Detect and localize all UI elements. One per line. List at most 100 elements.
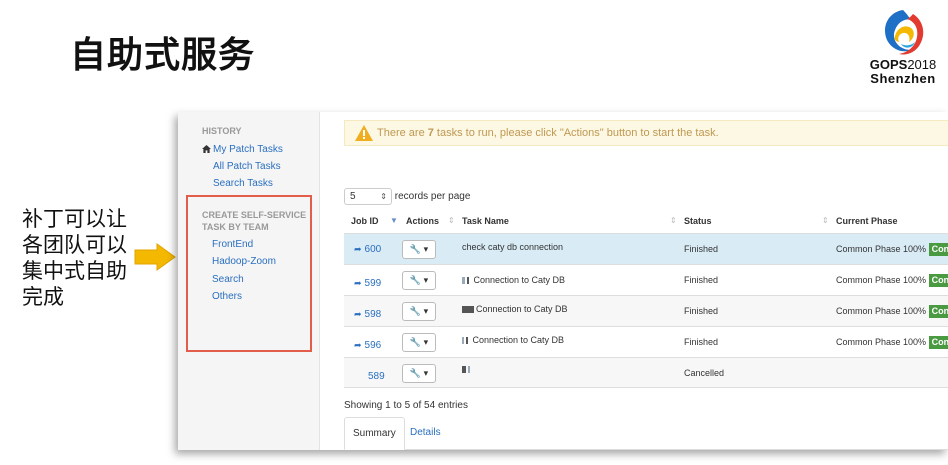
table-row[interactable]: ➦ 596 🔧 ▾ Connection to Caty DB Finished …	[344, 326, 948, 357]
alert-suffix: tasks to run, please click "Actions" but…	[433, 127, 719, 139]
wrench-icon: 🔧	[409, 244, 422, 254]
current-phase: Common Phase 100% Con	[836, 296, 948, 327]
warning-icon	[355, 125, 373, 141]
table-row[interactable]: ➦ 599 🔧 ▾ Connection to Caty DB Finished …	[344, 264, 948, 295]
gops-swirl-icon	[884, 10, 924, 55]
table-row[interactable]: ➦ 600 🔧 ▾ check caty db connection Finish…	[344, 233, 948, 264]
tab-summary[interactable]: Summary	[344, 417, 405, 450]
side-note-line: 补丁可以让	[22, 207, 127, 231]
sort-icon[interactable]: ⇕	[448, 216, 455, 225]
phase-text: Common Phase 100%	[836, 337, 927, 347]
tab-details[interactable]: Details	[402, 417, 449, 450]
actions-button[interactable]: 🔧 ▾	[402, 333, 436, 352]
phase-badge: Con	[928, 274, 948, 288]
sidebar-item-all-patch-tasks[interactable]: All Patch Tasks	[213, 161, 281, 172]
redacted-mark	[462, 306, 474, 314]
task-alert: There are 7 tasks to run, please click "…	[344, 120, 948, 146]
phase-text: Common Phase 100%	[836, 275, 927, 285]
job-id-link[interactable]: 589	[368, 361, 385, 392]
task-name-cell	[462, 358, 472, 380]
sort-desc-icon[interactable]: ▼	[390, 216, 398, 225]
redacted-mark	[462, 337, 464, 345]
side-note-line: 完成	[22, 285, 64, 309]
share-icon: ➦	[354, 309, 362, 319]
share-icon: ➦	[354, 278, 362, 288]
sidebar-item-search-tasks[interactable]: Search Tasks	[213, 178, 273, 189]
col-header-current-phase[interactable]: Current Phase	[836, 216, 898, 226]
home-icon	[202, 145, 211, 153]
wrench-icon: 🔧	[409, 368, 422, 378]
job-id: 599	[364, 278, 382, 289]
sort-icon[interactable]: ⇕	[822, 216, 829, 225]
wrench-icon: 🔧	[409, 306, 422, 316]
table-row[interactable]: ➦ 598 🔧 ▾ Connection to Caty DB Finished …	[344, 295, 948, 326]
sidebar-item-label: My Patch Tasks	[213, 144, 283, 155]
share-icon: ➦	[354, 340, 362, 350]
right-arrow-icon	[134, 243, 176, 271]
table-row[interactable]: 589 🔧 ▾ Cancelled	[344, 357, 948, 388]
sidebar: HISTORY My Patch Tasks All Patch Tasks S…	[178, 112, 320, 450]
phase-badge: Con	[928, 336, 948, 350]
sidebar-item-others[interactable]: Others	[212, 291, 242, 302]
current-phase: Common Phase 100% Con	[836, 265, 948, 296]
phase-text: Common Phase 100%	[836, 244, 927, 254]
actions-button[interactable]: 🔧 ▾	[402, 271, 436, 290]
col-header-task-name[interactable]: Task Name	[462, 216, 509, 226]
sidebar-item-my-patch-tasks[interactable]: My Patch Tasks	[202, 144, 283, 155]
job-id: 596	[364, 340, 382, 351]
sidebar-header-create: CREATE SELF-SERVICE TASK BY TEAM	[202, 210, 307, 232]
task-name-cell: Connection to Caty DB	[462, 265, 565, 296]
task-name-cell: Connection to Caty DB	[462, 296, 568, 322]
current-phase: Common Phase 100% Con	[836, 234, 948, 265]
wrench-icon: 🔧	[409, 337, 422, 347]
current-phase: Common Phase 100% Con	[836, 327, 948, 358]
task-name: Connection to Caty DB	[472, 335, 565, 345]
entries-info: Showing 1 to 5 of 54 entries	[344, 400, 468, 411]
slide-title: 自助式服务	[70, 35, 256, 76]
col-header-status[interactable]: Status	[684, 216, 712, 226]
job-id: 600	[364, 244, 382, 255]
redacted-mark	[466, 337, 468, 345]
sidebar-item-frontend[interactable]: FrontEnd	[212, 239, 253, 250]
app-screenshot: HISTORY My Patch Tasks All Patch Tasks S…	[178, 112, 948, 450]
actions-button[interactable]: 🔧 ▾	[402, 364, 436, 383]
select-caret-icon: ⇕	[380, 192, 387, 201]
redacted-mark	[462, 366, 466, 374]
sort-icon[interactable]: ⇕	[670, 216, 677, 225]
redacted-mark	[467, 277, 469, 285]
col-header-job-id[interactable]: Job ID	[351, 216, 379, 226]
actions-button[interactable]: 🔧 ▾	[402, 302, 436, 321]
job-id: 598	[364, 309, 382, 320]
sidebar-item-hadoop-zoom[interactable]: Hadoop-Zoom	[212, 256, 276, 267]
share-icon: ➦	[354, 244, 362, 254]
task-name: Connection to Caty DB	[473, 275, 566, 285]
task-status: Finished	[684, 337, 719, 347]
task-status: Finished	[684, 275, 719, 285]
task-name-cell: Connection to Caty DB	[462, 327, 564, 353]
job-id-link[interactable]: ➦ 600	[354, 234, 381, 265]
per-page-value: 5	[350, 191, 356, 202]
logo-year: 2018	[907, 57, 937, 72]
records-per-page: 5 ⇕ records per page	[344, 188, 470, 205]
phase-text: Common Phase 100%	[836, 306, 927, 316]
task-name: check caty db connection	[462, 242, 564, 252]
actions-button[interactable]: 🔧 ▾	[402, 240, 436, 259]
task-status: Finished	[684, 244, 719, 254]
alert-prefix: There are	[377, 127, 428, 139]
gops-logo: GOPS2018 Shenzhen	[864, 6, 942, 86]
redacted-mark	[462, 277, 465, 285]
task-status: Cancelled	[684, 368, 725, 378]
logo-city: Shenzhen	[870, 71, 936, 86]
redacted-mark	[468, 366, 470, 374]
logo-brand: GOPS	[869, 57, 908, 72]
phase-badge: Con	[928, 305, 948, 319]
per-page-select[interactable]: 5 ⇕	[344, 188, 392, 205]
sidebar-header-history: HISTORY	[202, 126, 242, 136]
task-status: Finished	[684, 306, 719, 316]
per-page-label: records per page	[394, 191, 471, 203]
col-header-actions[interactable]: Actions	[406, 216, 439, 226]
wrench-icon: 🔧	[409, 275, 422, 285]
sidebar-item-search[interactable]: Search	[212, 274, 244, 285]
phase-badge: Con	[928, 243, 948, 257]
detail-tabs: Summary Details	[344, 417, 948, 450]
